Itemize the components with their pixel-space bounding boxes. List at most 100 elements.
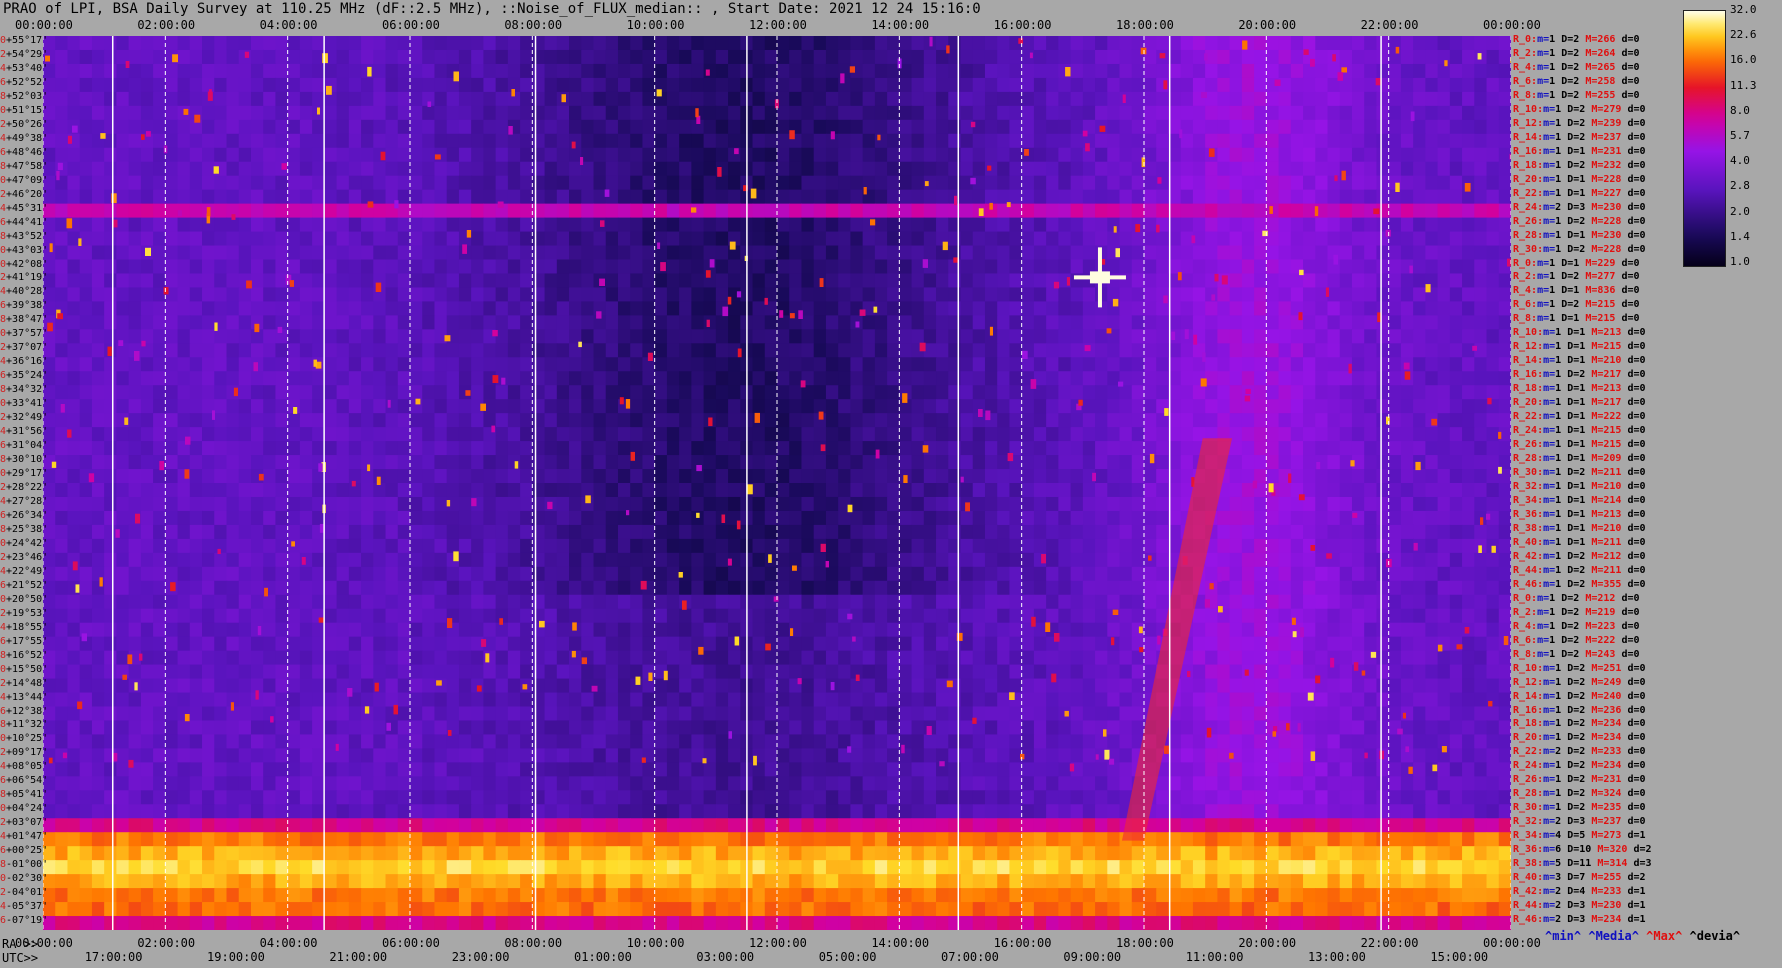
heatmap-cell xyxy=(324,343,338,358)
heatmap-cell xyxy=(116,105,130,121)
heatmap-cell xyxy=(936,357,949,372)
heatmap-cell xyxy=(764,455,778,470)
heatmap-cell xyxy=(1266,105,1280,121)
heatmap-cell xyxy=(1278,259,1292,275)
heatmap-cell xyxy=(581,441,595,456)
heatmap-cell xyxy=(1119,91,1133,107)
heatmap-cell xyxy=(1033,133,1047,149)
heatmap-cell xyxy=(373,217,387,233)
heatmap-cell xyxy=(1351,315,1365,330)
heatmap-cell xyxy=(1425,371,1439,386)
heatmap-cell xyxy=(1413,441,1426,456)
heatmap-cell xyxy=(507,63,521,79)
heatmap-cell xyxy=(813,496,827,512)
heatmap-cell xyxy=(1192,77,1206,93)
heatmap-cell xyxy=(324,105,338,121)
heatmap-plot-area[interactable] xyxy=(43,36,1511,930)
heatmap-cell xyxy=(397,36,411,51)
heatmap-cell xyxy=(1217,161,1231,177)
heatmap-cell xyxy=(483,413,497,428)
heatmap-cell xyxy=(55,329,69,344)
heatmap-cell xyxy=(287,427,301,442)
heatmap-cell xyxy=(984,357,998,372)
heatmap-cell xyxy=(507,566,521,582)
heatmap-cell xyxy=(1131,203,1145,219)
heatmap-cell xyxy=(1009,329,1023,344)
heatmap-cell xyxy=(520,483,533,498)
heatmap-cell xyxy=(1082,203,1096,219)
heatmap-svg[interactable] xyxy=(43,36,1511,930)
heatmap-cell xyxy=(1095,399,1108,414)
heatmap-cell xyxy=(605,469,619,484)
heatmap-cell xyxy=(324,203,338,219)
heatmap-cell xyxy=(312,427,325,442)
heatmap-cell xyxy=(1205,552,1218,568)
heatmap-cell xyxy=(495,441,509,456)
heatmap-cell xyxy=(679,315,692,330)
heatmap-cell xyxy=(434,49,448,65)
heatmap-cell xyxy=(79,427,93,442)
heatmap-cell xyxy=(1413,63,1426,79)
heatmap-cell xyxy=(532,496,546,512)
heatmap-cell xyxy=(324,385,338,400)
heatmap-cell xyxy=(1229,552,1243,568)
heatmap-cell xyxy=(520,385,533,400)
heatmap-cell xyxy=(1156,483,1170,498)
heatmap-cell xyxy=(348,441,362,456)
heatmap-cell xyxy=(361,329,374,344)
heatmap-cell xyxy=(764,580,778,596)
heatmap-cell xyxy=(1192,217,1206,233)
heatmap-cell xyxy=(1290,217,1304,233)
heatmap-cell xyxy=(214,231,228,247)
heatmap-cell xyxy=(532,49,546,65)
heatmap-cell xyxy=(1290,357,1304,372)
heatmap-cell xyxy=(948,287,962,303)
heatmap-cell xyxy=(1413,217,1426,233)
heatmap-cell xyxy=(1388,455,1402,470)
heatmap-cell xyxy=(1107,496,1121,512)
heatmap-cell xyxy=(520,49,533,65)
heatmap-cell xyxy=(165,399,179,414)
heatmap-cell xyxy=(1351,399,1365,414)
heatmap-cell xyxy=(1376,510,1390,526)
heatmap-cell xyxy=(850,357,864,372)
heatmap-cell xyxy=(1351,175,1365,191)
heatmap-cell xyxy=(715,175,729,191)
heatmap-cell xyxy=(887,385,900,400)
heatmap-cell xyxy=(630,469,644,484)
heatmap-cell xyxy=(189,608,203,624)
heatmap-cell xyxy=(434,259,448,275)
heatmap-cell xyxy=(507,189,521,205)
heatmap-cell xyxy=(275,287,289,303)
heatmap-cell xyxy=(1021,91,1035,107)
heatmap-cell xyxy=(666,538,680,554)
heatmap-cell xyxy=(1095,357,1108,372)
heatmap-cell xyxy=(1449,147,1463,163)
heatmap-cell xyxy=(1254,524,1267,540)
heatmap-cell xyxy=(1400,77,1414,93)
heatmap-cell xyxy=(556,469,570,484)
heatmap-cell xyxy=(1107,399,1121,414)
heatmap-cell xyxy=(556,510,570,526)
heatmap-cell xyxy=(911,371,925,386)
heatmap-cell xyxy=(520,469,533,484)
heatmap-cell xyxy=(874,343,888,358)
heatmap-cell xyxy=(1021,259,1035,275)
heatmap-cell xyxy=(1315,301,1329,316)
heatmap-cell xyxy=(1437,385,1451,400)
heatmap-cell xyxy=(91,483,105,498)
heatmap-cell xyxy=(1437,580,1451,596)
heatmap-cell xyxy=(1180,259,1194,275)
heatmap-cell xyxy=(1376,119,1390,135)
heatmap-cell xyxy=(1156,91,1170,107)
heatmap-cell xyxy=(1266,510,1280,526)
heatmap-cell xyxy=(997,552,1011,568)
heatmap-cell xyxy=(703,524,717,540)
heatmap-cell xyxy=(483,105,497,121)
heatmap-cell xyxy=(1303,399,1316,414)
heatmap-cell xyxy=(128,538,142,554)
heatmap-cell xyxy=(434,413,448,428)
heatmap-cell xyxy=(189,371,203,386)
heatmap-cell xyxy=(838,105,851,121)
heatmap-cell xyxy=(336,133,350,149)
